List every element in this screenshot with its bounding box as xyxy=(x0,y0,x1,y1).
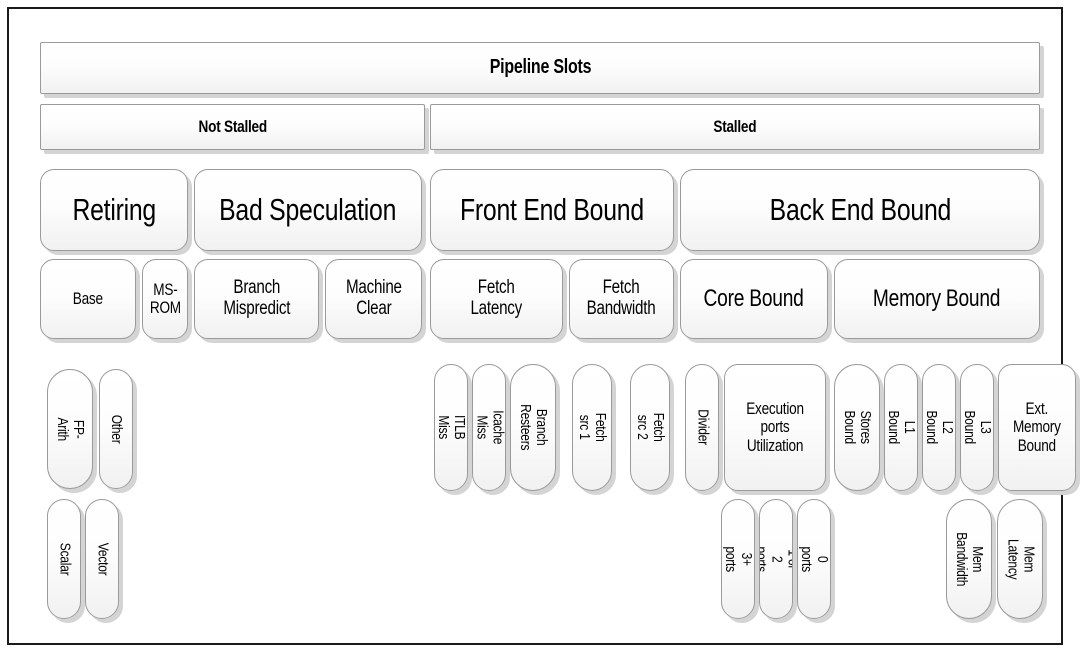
node-label: ITLB Miss xyxy=(435,415,468,440)
node-label: Mem Bandwidth xyxy=(953,532,987,586)
node-vector[interactable]: Vector xyxy=(85,499,119,619)
node-retiring[interactable]: Retiring xyxy=(40,169,188,251)
node-3plus-ports[interactable]: 3+ ports xyxy=(721,499,755,619)
node-label: Scalar xyxy=(56,542,74,576)
node-label: Memory Bound xyxy=(873,285,1001,313)
node-stores-bound[interactable]: Stores Bound xyxy=(834,364,880,491)
node-other[interactable]: Other xyxy=(99,369,133,489)
node-label: Pipeline Slots xyxy=(489,56,591,79)
node-fetch-bandwidth[interactable]: Fetch Bandwidth xyxy=(569,259,674,339)
node-label: 3+ ports xyxy=(722,546,755,572)
node-branch-resteers[interactable]: Branch Resteers xyxy=(510,364,556,491)
node-itlb-miss[interactable]: ITLB Miss xyxy=(434,364,468,491)
node-machine-clear[interactable]: Machine Clear xyxy=(325,259,422,339)
node-fp-arith[interactable]: FP-Arith xyxy=(47,369,93,489)
node-ms-rom[interactable]: MS- ROM xyxy=(142,259,188,339)
node-l3-bound[interactable]: L3 Bound xyxy=(960,364,994,491)
node-label: Branch Mispredict xyxy=(223,277,290,319)
node-l1-bound[interactable]: L1 Bound xyxy=(884,364,918,491)
node-label: 0 ports xyxy=(798,546,831,572)
node-label: L3 Bound xyxy=(961,410,994,445)
node-label: MS- ROM xyxy=(149,279,181,317)
node-label: Machine Clear xyxy=(345,277,402,319)
node-label: Base xyxy=(72,288,104,308)
node-mem-bandwidth[interactable]: Mem Bandwidth xyxy=(946,499,992,619)
diagram-canvas: Pipeline Slots Not Stalled Stalled Retir… xyxy=(0,0,1080,660)
node-label: Bad Speculation xyxy=(219,192,397,228)
node-label: Fetch Latency xyxy=(470,277,523,319)
node-label: Fetch src 1 xyxy=(576,413,610,442)
node-label: Not Stalled xyxy=(198,116,267,136)
node-label: Fetch Bandwidth xyxy=(587,277,656,319)
node-label: 1 or 2 ports xyxy=(759,546,793,572)
node-pipeline-slots[interactable]: Pipeline Slots xyxy=(40,42,1040,94)
node-label: Ext. Memory Bound xyxy=(1013,398,1061,455)
node-front-end-bound[interactable]: Front End Bound xyxy=(430,169,674,251)
node-fetch-src-1[interactable]: Fetch src 1 xyxy=(572,364,612,491)
diagram-frame: Pipeline Slots Not Stalled Stalled Retir… xyxy=(7,7,1076,645)
node-label: Other xyxy=(108,414,126,444)
node-label: Branch Resteers xyxy=(517,404,551,451)
node-branch-mispredict[interactable]: Branch Mispredict xyxy=(194,259,319,339)
node-label: L1 Bound xyxy=(885,410,918,445)
node-label: Divider xyxy=(694,409,712,446)
node-base[interactable]: Base xyxy=(40,259,136,339)
node-mem-latency[interactable]: Mem Latency xyxy=(997,499,1043,619)
node-label: Front End Bound xyxy=(460,192,644,228)
node-stalled[interactable]: Stalled xyxy=(430,104,1040,150)
node-divider[interactable]: Divider xyxy=(685,364,719,491)
node-0-ports[interactable]: 0 ports xyxy=(797,499,831,619)
node-label: Core Bound xyxy=(703,285,805,313)
node-label: L2 Bound xyxy=(923,410,956,445)
node-label: Icache Miss xyxy=(473,410,506,445)
node-1-or-2-ports[interactable]: 1 or 2 ports xyxy=(759,499,793,619)
node-icache-miss[interactable]: Icache Miss xyxy=(472,364,506,491)
node-label: Back End Bound xyxy=(769,192,951,228)
node-fetch-latency[interactable]: Fetch Latency xyxy=(430,259,563,339)
node-label: FP-Arith xyxy=(54,417,88,441)
node-scalar[interactable]: Scalar xyxy=(47,499,81,619)
node-label: Retiring xyxy=(72,192,156,228)
node-label: Fetch src 2 xyxy=(634,413,668,442)
node-label: Mem Latency xyxy=(1004,538,1038,580)
node-label: Vector xyxy=(94,542,112,576)
node-not-stalled[interactable]: Not Stalled xyxy=(40,104,425,150)
node-execution-ports-utilization[interactable]: Execution ports Utilization xyxy=(724,364,826,491)
node-l2-bound[interactable]: L2 Bound xyxy=(922,364,956,491)
node-fetch-src-2[interactable]: Fetch src 2 xyxy=(630,364,670,491)
node-label: Execution ports Utilization xyxy=(746,398,804,455)
node-label: Stalled xyxy=(713,116,757,136)
node-label: Stores Bound xyxy=(841,410,875,445)
node-bad-speculation[interactable]: Bad Speculation xyxy=(194,169,422,251)
node-memory-bound[interactable]: Memory Bound xyxy=(834,259,1040,339)
node-core-bound[interactable]: Core Bound xyxy=(680,259,828,339)
node-ext-memory-bound[interactable]: Ext. Memory Bound xyxy=(998,364,1076,491)
node-back-end-bound[interactable]: Back End Bound xyxy=(680,169,1040,251)
